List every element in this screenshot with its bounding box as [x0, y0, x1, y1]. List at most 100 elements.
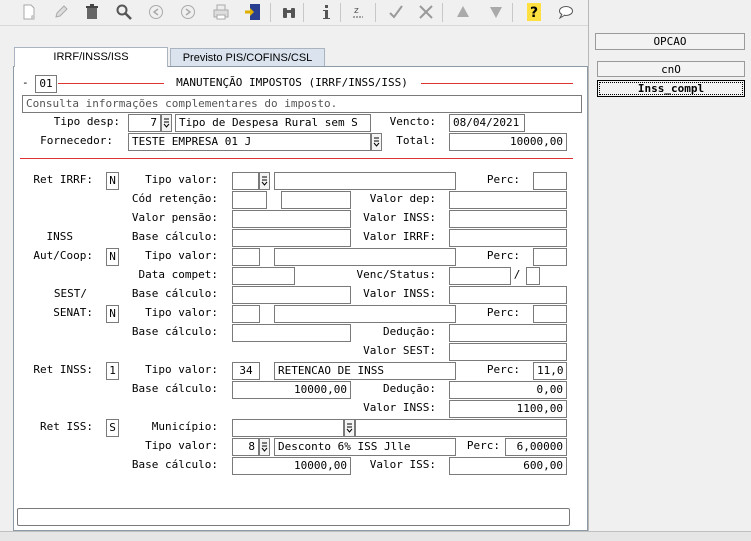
municipio-code-field[interactable]	[232, 419, 344, 437]
move-down-icon[interactable]	[486, 2, 506, 22]
help-icon[interactable]: ?	[524, 2, 544, 22]
ret-iss-perc-field[interactable]: 6,00000	[505, 438, 567, 456]
sest-deducao-field[interactable]	[449, 324, 567, 342]
spell-check-icon[interactable]: z	[348, 2, 368, 22]
ret-inss-tipo-valor-desc-field[interactable]: RETENCAO DE INSS	[274, 362, 456, 380]
valor-irrf-field[interactable]	[449, 229, 567, 247]
valor-iss-label: Valor ISS:	[369, 458, 436, 471]
irrf-base-calculo-field[interactable]	[232, 229, 351, 247]
sest-tipo-valor-code-field[interactable]	[232, 305, 260, 323]
venc-field[interactable]	[449, 267, 511, 285]
ret-inss-tipo-valor-label: Tipo valor:	[145, 363, 218, 376]
aut-coop-label: Aut/Coop:	[33, 249, 93, 262]
exit-door-icon[interactable]	[243, 2, 263, 22]
valor-dep-field[interactable]	[449, 191, 567, 209]
municipio-desc-field[interactable]	[355, 419, 567, 437]
tipo-desp-label: Tipo desp:	[53, 115, 120, 128]
trash-icon[interactable]	[82, 2, 102, 22]
print-icon[interactable]	[211, 2, 231, 22]
ret-iss-tipo-valor-code-field[interactable]: 8	[232, 438, 259, 456]
edit-icon[interactable]	[51, 2, 71, 22]
inss-compl-button[interactable]: Inss_compl	[597, 80, 745, 97]
vencto-field[interactable]: 08/04/2021	[449, 114, 525, 132]
ret-iss-flag-field[interactable]: S	[106, 419, 119, 437]
sest-base-calculo-field[interactable]	[232, 324, 351, 342]
binoculars-icon[interactable]	[279, 2, 299, 22]
section-title: MANUTENÇÃO IMPOSTOS (IRRF/INSS/ISS)	[176, 76, 408, 89]
chevron-down-icon	[261, 442, 268, 452]
aut-base-calculo-label: Base cálculo:	[131, 287, 218, 300]
sest-tipo-valor-desc-field[interactable]	[274, 305, 456, 323]
aut-valor-inss-field[interactable]	[449, 286, 567, 304]
search-icon[interactable]	[114, 2, 134, 22]
sest-label: SEST/	[53, 287, 87, 300]
senat-flag-field[interactable]: N	[106, 305, 119, 323]
ret-inss-valor-inss-field[interactable]: 1100,00	[449, 400, 567, 418]
ret-inss-flag-field[interactable]: 1	[106, 362, 119, 380]
collapse-dash[interactable]: -	[22, 75, 29, 91]
municipio-dropdown[interactable]	[344, 419, 355, 437]
aut-tipo-valor-code-field[interactable]	[232, 248, 260, 266]
cancel-icon[interactable]	[416, 2, 436, 22]
cod-retencao-b-field[interactable]	[281, 191, 351, 209]
aut-perc-field[interactable]	[533, 248, 567, 266]
ret-iss-base-calculo-label: Base cálculo:	[131, 458, 218, 471]
info-icon[interactable]	[316, 2, 336, 22]
valor-sest-label: Valor SEST:	[363, 344, 436, 357]
check-icon[interactable]	[386, 2, 406, 22]
ret-inss-base-calculo-field[interactable]: 10000,00	[232, 381, 351, 399]
valor-iss-field[interactable]: 600,00	[449, 457, 567, 475]
next-icon[interactable]	[178, 2, 198, 22]
fornecedor-dropdown[interactable]	[371, 133, 382, 151]
sest-perc-field[interactable]	[533, 305, 567, 323]
venc-status-slash: /	[513, 268, 521, 281]
tipo-desp-code-field[interactable]: 7	[128, 114, 161, 132]
irrf-perc-field[interactable]	[533, 172, 567, 190]
ret-inss-label: Ret INSS:	[33, 363, 93, 376]
ret-irrf-label: Ret IRRF:	[33, 173, 93, 186]
irrf-tipo-valor-code-field[interactable]	[232, 172, 259, 190]
data-compet-label: Data compet:	[138, 268, 218, 281]
ret-inss-perc-field[interactable]: 11,0	[533, 362, 567, 380]
aut-tipo-valor-desc-field[interactable]	[274, 248, 456, 266]
irrf-valor-inss-label: Valor INSS:	[363, 211, 436, 224]
status-field[interactable]	[526, 267, 540, 285]
vencto-label: Vencto:	[389, 115, 436, 128]
cno-button[interactable]: cnO	[597, 61, 745, 77]
irrf-valor-inss-field[interactable]	[449, 210, 567, 228]
valor-pensao-label: Valor pensão:	[131, 211, 218, 224]
chevron-down-icon	[261, 176, 268, 186]
tab-previsto-pis-cofins-csl[interactable]: Previsto PIS/COFINS/CSL	[170, 48, 325, 67]
chevron-down-icon	[163, 118, 170, 128]
fornecedor-field[interactable]: TESTE EMPRESA 01 J	[128, 133, 371, 151]
tipo-desp-desc-field[interactable]: Tipo de Despesa Rural sem S	[175, 114, 371, 132]
ret-iss-base-calculo-field[interactable]: 10000,00	[232, 457, 351, 475]
ret-irrf-flag-field[interactable]: N	[106, 172, 119, 190]
valor-sest-field[interactable]	[449, 343, 567, 361]
venc-status-label: Venc/Status:	[356, 268, 436, 281]
opcao-button[interactable]: OPCAO	[595, 33, 745, 50]
irrf-perc-label: Perc:	[486, 173, 520, 186]
irrf-tipo-valor-desc-field[interactable]	[274, 172, 456, 190]
aut-perc-label: Perc:	[486, 249, 520, 262]
irrf-base-calculo-label: Base cálculo:	[131, 230, 218, 243]
aut-base-calculo-field[interactable]	[232, 286, 351, 304]
ret-iss-tipo-valor-desc-field[interactable]: Desconto 6% ISS Jlle	[274, 438, 456, 456]
tab-irrf-inss-iss[interactable]: IRRF/INSS/ISS	[14, 47, 168, 67]
previous-icon[interactable]	[146, 2, 166, 22]
ret-iss-tipo-valor-dropdown[interactable]	[259, 438, 270, 456]
ret-inss-deducao-label: Dedução:	[383, 382, 436, 395]
total-field[interactable]: 10000,00	[449, 133, 567, 151]
valor-pensao-field[interactable]	[232, 210, 351, 228]
cod-retencao-a-field[interactable]	[232, 191, 267, 209]
aut-coop-flag-field[interactable]: N	[106, 248, 119, 266]
chat-icon[interactable]	[556, 2, 576, 22]
move-up-icon[interactable]	[453, 2, 473, 22]
record-number-field[interactable]: 01	[35, 75, 57, 93]
tipo-desp-dropdown[interactable]	[161, 114, 172, 132]
data-compet-field[interactable]	[232, 267, 295, 285]
new-document-icon[interactable]	[19, 2, 39, 22]
ret-inss-tipo-valor-code-field[interactable]: 34	[232, 362, 260, 380]
ret-inss-deducao-field[interactable]: 0,00	[449, 381, 567, 399]
irrf-tipo-valor-dropdown[interactable]	[259, 172, 270, 190]
